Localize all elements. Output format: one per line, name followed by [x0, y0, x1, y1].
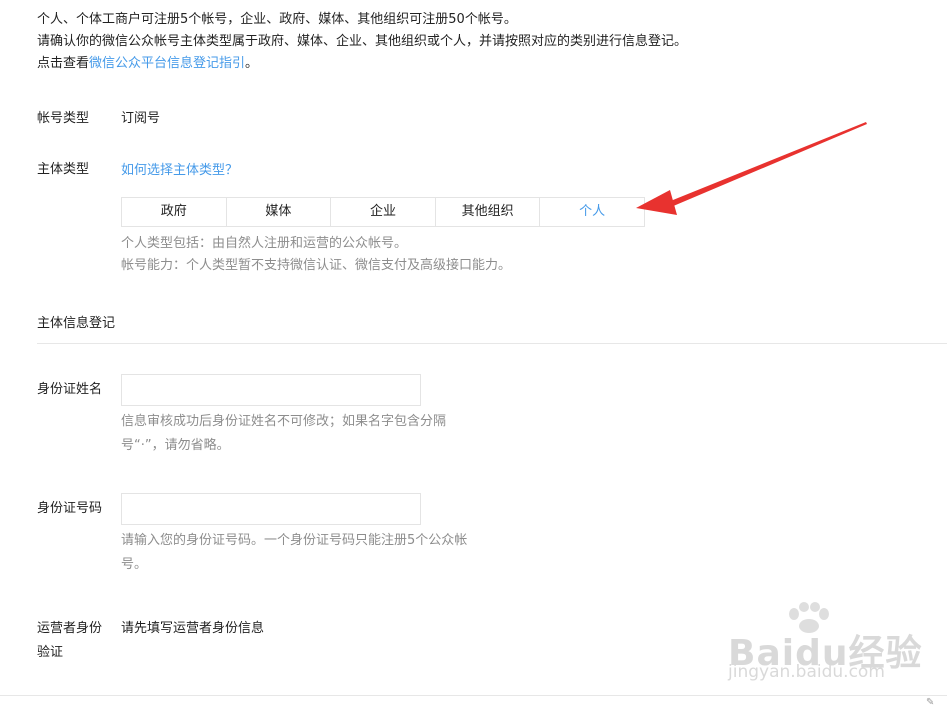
- operator-verify-label: 运营者身份验证: [37, 621, 103, 660]
- operator-verify-value: 请先填写运营者身份信息: [121, 621, 265, 636]
- how-to-choose-type-link[interactable]: 如何选择主体类型？: [121, 161, 238, 181]
- intro-line-1: 个人、个体工商户可注册5个帐号，企业、政府、媒体、其他组织可注册50个帐号。: [37, 12, 517, 27]
- id-number-hint: 请输入您的身份证号码。一个身份证号码只能注册5个公众帐号。: [121, 533, 468, 572]
- id-name-hint: 信息审核成功后身份证姓名不可修改；如果名字包含分隔号“·”，请勿省略。: [121, 414, 447, 453]
- subject-type-option-individual[interactable]: 个人: [540, 198, 644, 226]
- baidu-watermark: Baidu经验 jingyan.baidu.com: [728, 602, 928, 692]
- intro-line-3: 点击查看微信公众平台信息登记指引。: [37, 54, 258, 74]
- subject-type-label: 主体类型: [37, 162, 90, 177]
- intro-line-3-prefix: 点击查看: [37, 56, 90, 71]
- subject-type-description: 个人类型包括：由自然人注册和运营的公众帐号。: [121, 236, 408, 251]
- intro-line-3-suffix: 。: [245, 56, 259, 71]
- id-number-input[interactable]: [121, 493, 421, 525]
- intro-line-2: 请确认你的微信公众帐号主体类型属于政府、媒体、企业、其他组织或个人，并请按照对应…: [37, 34, 688, 49]
- footer-divider: [0, 695, 947, 696]
- account-type-value: 订阅号: [121, 111, 161, 126]
- annotation-arrow: [636, 122, 867, 215]
- corner-icon: ✎: [926, 697, 935, 708]
- registration-guide-link[interactable]: 微信公众平台信息登记指引: [89, 56, 245, 71]
- subject-type-option-enterprise[interactable]: 企业: [331, 198, 436, 226]
- account-type-label: 帐号类型: [37, 111, 90, 126]
- subject-type-option-media[interactable]: 媒体: [227, 198, 332, 226]
- id-name-input[interactable]: [121, 374, 421, 406]
- section-divider: [37, 343, 947, 344]
- section-title: 主体信息登记: [37, 316, 116, 331]
- account-capability-note: 帐号能力：个人类型暂不支持微信认证、微信支付及高级接口能力。: [121, 258, 512, 273]
- subject-type-selector: 政府 媒体 企业 其他组织 个人: [121, 197, 645, 227]
- id-name-label: 身份证姓名: [37, 382, 103, 397]
- id-number-label: 身份证号码: [37, 501, 103, 516]
- subject-type-option-government[interactable]: 政府: [122, 198, 227, 226]
- watermark-url: jingyan.baidu.com: [728, 662, 885, 682]
- subject-type-option-other-org[interactable]: 其他组织: [436, 198, 541, 226]
